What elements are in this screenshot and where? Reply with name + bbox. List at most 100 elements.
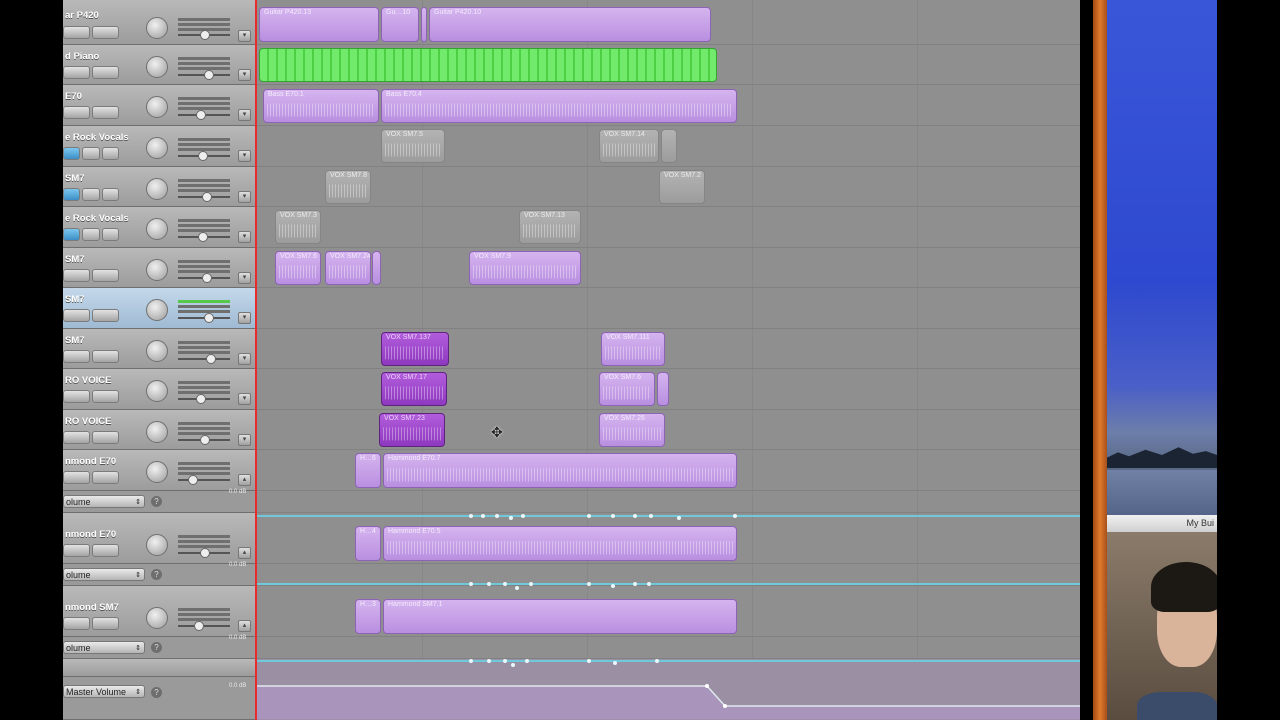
audio-region-muted[interactable]: VOX SM7.14 [599, 129, 659, 163]
mute-button[interactable] [63, 617, 90, 630]
audio-region[interactable]: H…4 [355, 526, 381, 561]
help-icon[interactable]: ? [151, 687, 162, 698]
solo-button[interactable] [92, 106, 119, 119]
audio-region-muted[interactable]: VOX SM7.5 [381, 129, 445, 163]
automation-parameter-select[interactable]: olume ⇕ [63, 568, 145, 581]
solo-button[interactable] [92, 350, 119, 363]
mute-button[interactable] [63, 390, 90, 403]
track-header[interactable]: nmond E70 ▴ [63, 450, 255, 491]
volume-slider[interactable] [178, 475, 230, 485]
audio-region-selected[interactable]: VOX SM7.17 [381, 372, 447, 406]
audio-region-muted[interactable]: VOX SM7.3 [275, 210, 321, 244]
pan-knob[interactable] [146, 607, 168, 629]
audio-region[interactable]: H…3 [355, 599, 381, 634]
mute-button[interactable] [82, 228, 100, 241]
solo-button[interactable] [92, 66, 119, 79]
track-header[interactable]: d Piano ▾ [63, 45, 255, 85]
pan-knob[interactable] [146, 534, 168, 556]
volume-slider[interactable] [178, 273, 230, 283]
volume-automation-line[interactable] [257, 659, 1080, 667]
solo-button[interactable] [92, 431, 119, 444]
expand-arrow-icon[interactable]: ▾ [238, 353, 251, 365]
automation-parameter-select[interactable]: Master Volume ⇕ [63, 685, 145, 698]
mute-button[interactable] [63, 431, 90, 444]
expand-arrow-icon[interactable]: ▾ [238, 272, 251, 284]
track-header[interactable]: ar P420 ▾ [63, 0, 255, 45]
pan-knob[interactable] [146, 299, 168, 321]
solo-button[interactable] [92, 471, 119, 484]
mute-button[interactable] [63, 544, 90, 557]
midi-region[interactable] [259, 48, 717, 82]
volume-slider[interactable] [178, 110, 230, 120]
track-lane[interactable] [257, 288, 1080, 329]
volume-slider[interactable] [178, 435, 230, 445]
monitor-button[interactable] [63, 188, 81, 201]
pan-knob[interactable] [146, 259, 168, 281]
expand-arrow-icon[interactable]: ▾ [238, 393, 251, 405]
audio-region-selected[interactable]: VOX SM7.23 [379, 413, 445, 447]
volume-slider[interactable] [178, 232, 230, 242]
automation-lane[interactable] [257, 491, 1080, 513]
audio-region-muted[interactable]: VOX SM7.8 [325, 170, 371, 204]
solo-button[interactable] [92, 390, 119, 403]
volume-automation-line[interactable] [257, 514, 1080, 520]
audio-region[interactable]: VOX SM7.6 [599, 372, 655, 406]
track-header[interactable]: RO VOICE ▾ [63, 369, 255, 410]
audio-region[interactable]: VOX SM7.26 [599, 413, 665, 447]
expand-arrow-icon[interactable]: ▾ [238, 191, 251, 203]
track-lane[interactable] [257, 207, 1080, 248]
expand-arrow-icon[interactable]: ▾ [238, 69, 251, 81]
pan-knob[interactable] [146, 17, 168, 39]
volume-slider[interactable] [178, 621, 230, 631]
monitor-button[interactable] [63, 228, 81, 241]
volume-slider[interactable] [178, 548, 230, 558]
expand-arrow-icon[interactable]: ▾ [238, 109, 251, 121]
track-header[interactable]: e Rock Vocals ▾ [63, 126, 255, 167]
track-header[interactable]: E70 ▾ [63, 85, 255, 126]
pan-knob[interactable] [146, 421, 168, 443]
pan-knob[interactable] [146, 461, 168, 483]
expand-arrow-icon[interactable]: ▾ [238, 231, 251, 243]
help-icon[interactable]: ? [151, 642, 162, 653]
volume-slider[interactable] [178, 394, 230, 404]
mute-button[interactable] [63, 309, 90, 322]
automation-parameter-select[interactable]: olume ⇕ [63, 641, 145, 654]
solo-button[interactable] [92, 26, 119, 39]
automation-lane[interactable] [257, 637, 1080, 659]
audio-region[interactable]: VOX SM7.6 [275, 251, 321, 285]
mute-button[interactable] [63, 26, 90, 39]
volume-automation-line[interactable] [257, 582, 1080, 590]
audio-region[interactable]: Guitar P420.10 [429, 7, 711, 42]
webcam-window[interactable]: My Bui [1107, 515, 1217, 720]
audio-region-muted[interactable]: VOX SM7.13 [519, 210, 581, 244]
solo-button[interactable] [92, 309, 119, 322]
expand-arrow-icon[interactable]: ▾ [238, 30, 251, 42]
solo-button[interactable] [92, 544, 119, 557]
track-header[interactable]: SM7 ▾ [63, 248, 255, 288]
track-header[interactable]: nmond SM7 ▴ [63, 586, 255, 637]
audio-region[interactable]: VOX SM7.9 [469, 251, 581, 285]
track-header[interactable]: SM7 ▾ [63, 167, 255, 207]
expand-arrow-icon[interactable]: ▾ [238, 312, 251, 324]
volume-slider[interactable] [178, 70, 230, 80]
mute-button[interactable] [63, 106, 90, 119]
audio-region[interactable]: Gu…10 [381, 7, 419, 42]
pan-knob[interactable] [146, 96, 168, 118]
pan-knob[interactable] [146, 178, 168, 200]
audio-region-muted[interactable] [661, 129, 677, 163]
collapse-arrow-icon[interactable]: ▴ [238, 474, 251, 486]
collapse-arrow-icon[interactable]: ▴ [238, 620, 251, 632]
monitor-button[interactable] [63, 147, 81, 160]
volume-slider[interactable] [178, 354, 230, 364]
pan-knob[interactable] [146, 218, 168, 240]
track-header[interactable]: e Rock Vocals ▾ [63, 207, 255, 248]
audio-region[interactable]: H…6 [355, 453, 381, 488]
track-header-selected[interactable]: SM7 ▾ [63, 288, 255, 329]
volume-slider[interactable] [178, 30, 230, 40]
mute-button[interactable] [63, 269, 90, 282]
volume-slider[interactable] [178, 192, 230, 202]
pan-knob[interactable] [146, 137, 168, 159]
audio-region-muted[interactable]: VOX SM7.2 [659, 170, 705, 204]
audio-region[interactable]: Hammond E70.5 [383, 526, 737, 561]
mute-button[interactable] [63, 350, 90, 363]
